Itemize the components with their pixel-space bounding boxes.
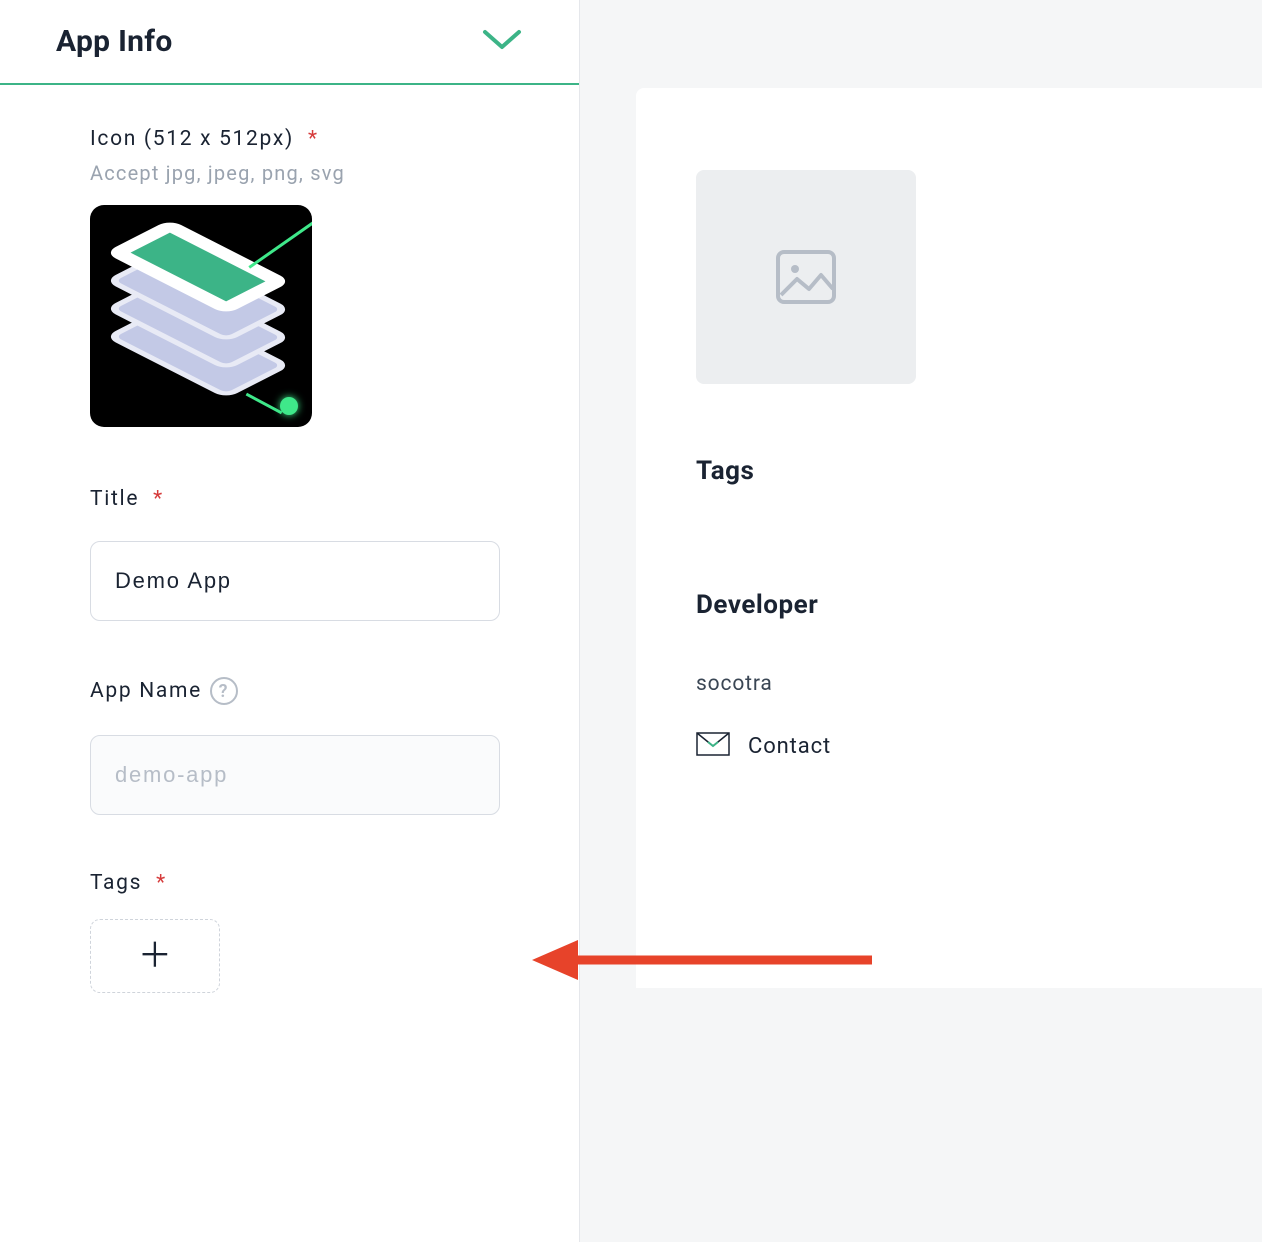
contact-link[interactable]: Contact [696, 732, 1202, 760]
appname-input [90, 735, 500, 815]
section-title: App Info [56, 24, 173, 59]
required-mark: * [156, 871, 167, 895]
developer-name: socotra [696, 672, 1202, 696]
required-mark: * [308, 127, 319, 151]
icon-helper-text: Accept jpg, jpeg, png, svg [90, 161, 523, 185]
chevron-down-icon [481, 27, 523, 57]
plus-icon: ＋ [138, 939, 172, 973]
mail-icon [696, 732, 730, 760]
tags-heading: Tags [696, 456, 1202, 486]
developer-heading: Developer [696, 590, 1202, 620]
required-mark: * [153, 487, 164, 511]
tags-label-text: Tags [90, 871, 142, 895]
help-icon[interactable]: ? [210, 677, 238, 705]
icon-field-label: Icon (512 x 512px) * [90, 127, 523, 151]
icon-placeholder [696, 170, 916, 384]
database-stack-icon [111, 226, 291, 406]
title-input[interactable] [90, 541, 500, 621]
preview-card: Tags Developer socotra Contact [636, 88, 1262, 988]
icon-label-text: Icon (512 x 512px) [90, 127, 294, 151]
app-info-panel: App Info Icon (512 x 512px) * Accept jpg… [0, 0, 580, 1242]
tags-field-label: Tags * [90, 871, 523, 895]
preview-panel: Tags Developer socotra Contact [580, 0, 1262, 1242]
section-header[interactable]: App Info [0, 0, 579, 85]
appname-label-text: App Name [90, 679, 202, 703]
contact-label: Contact [748, 734, 831, 759]
appname-field-label: App Name ? [90, 677, 523, 705]
title-label-text: Title [90, 487, 139, 511]
icon-preview[interactable] [90, 205, 312, 427]
add-tag-button[interactable]: ＋ [90, 919, 220, 993]
image-icon [775, 249, 837, 305]
title-field-label: Title * [90, 487, 523, 511]
